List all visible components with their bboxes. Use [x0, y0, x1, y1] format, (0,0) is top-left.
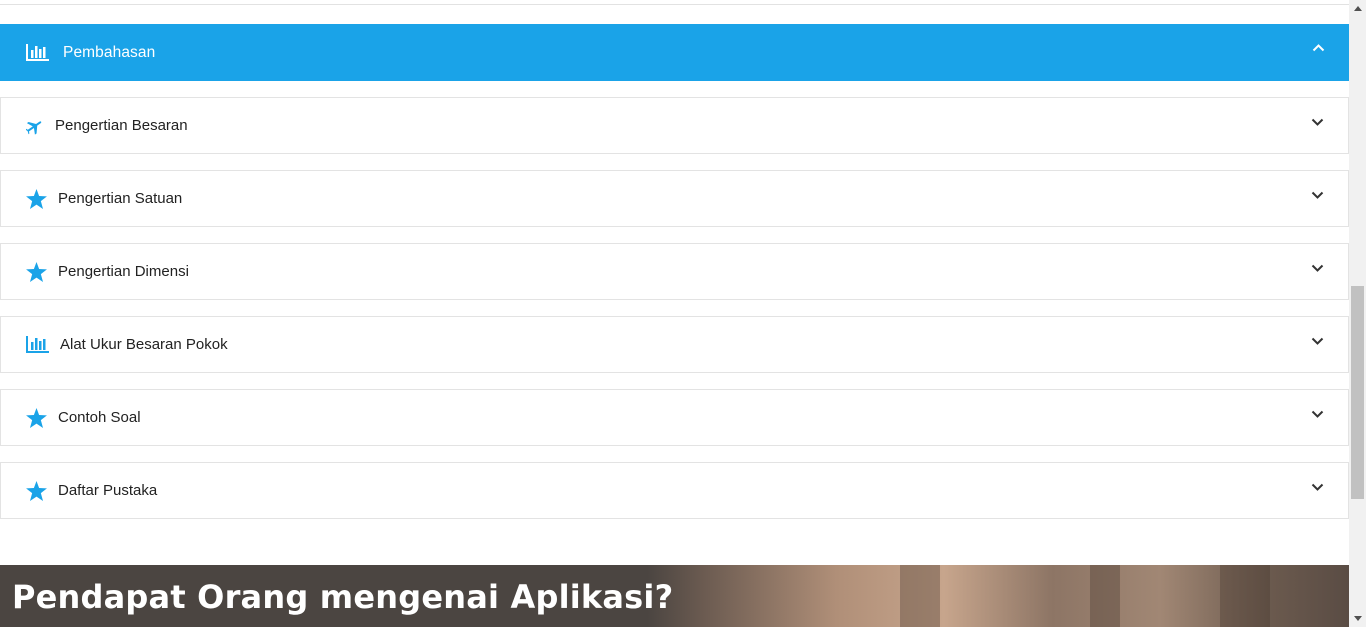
accordion-item-label: Pengertian Besaran: [55, 117, 188, 134]
accordion-item-alat-ukur-besaran-pokok[interactable]: Alat Ukur Besaran Pokok: [0, 316, 1349, 373]
star-icon: [26, 188, 47, 209]
bar-chart-icon: [26, 336, 49, 353]
accordion-item-pengertian-besaran[interactable]: Pengertian Besaran: [0, 97, 1349, 154]
accordion-item-label: Daftar Pustaka: [58, 482, 158, 499]
chevron-down-icon[interactable]: [1311, 191, 1324, 200]
accordion-header-pembahasan[interactable]: Pembahasan: [0, 24, 1349, 81]
vertical-scrollbar[interactable]: [1349, 0, 1366, 627]
bar-chart-icon: [26, 44, 49, 61]
chevron-down-icon[interactable]: [1311, 483, 1324, 492]
testimonial-heading: Pendapat Orang mengenai Aplikasi?: [12, 578, 674, 616]
accordion-header-title: Pembahasan: [63, 43, 156, 61]
scroll-down-arrow-icon[interactable]: [1349, 610, 1366, 627]
chevron-down-icon[interactable]: [1311, 264, 1324, 273]
accordion-item-label: Pengertian Satuan: [58, 190, 183, 207]
accordion-item-label: Contoh Soal: [58, 409, 141, 426]
accordion-item-pengertian-dimensi[interactable]: Pengertian Dimensi: [0, 243, 1349, 300]
background-decoration: [900, 565, 940, 627]
background-decoration: [1090, 565, 1120, 627]
star-icon: [26, 261, 47, 282]
chevron-down-icon[interactable]: [1311, 118, 1324, 127]
testimonial-section: Pendapat Orang mengenai Aplikasi?: [0, 565, 1349, 627]
page: Pembahasan Pengertian Besaran Pengertian…: [0, 0, 1349, 627]
chevron-down-icon[interactable]: [1311, 410, 1324, 419]
chevron-down-icon[interactable]: [1311, 337, 1324, 346]
accordion-item-daftar-pustaka[interactable]: Daftar Pustaka: [0, 462, 1349, 519]
background-decoration: [1220, 565, 1270, 627]
scrollbar-thumb[interactable]: [1351, 286, 1364, 499]
star-icon: [26, 407, 47, 428]
plane-icon: [26, 117, 44, 135]
top-divider: [0, 0, 1349, 5]
chevron-up-icon[interactable]: [1312, 43, 1325, 52]
star-icon: [26, 480, 47, 501]
accordion-item-pengertian-satuan[interactable]: Pengertian Satuan: [0, 170, 1349, 227]
accordion-item-label: Pengertian Dimensi: [58, 263, 189, 280]
accordion-item-label: Alat Ukur Besaran Pokok: [60, 336, 228, 353]
accordion-item-contoh-soal[interactable]: Contoh Soal: [0, 389, 1349, 446]
scroll-up-arrow-icon[interactable]: [1349, 0, 1366, 17]
